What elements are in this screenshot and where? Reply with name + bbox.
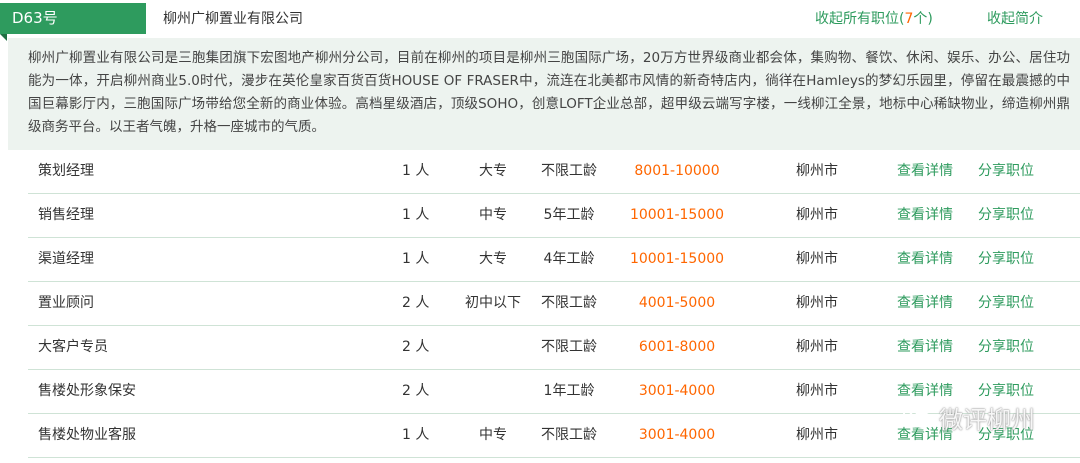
salary: 10001-15000: [629, 207, 725, 223]
salary: 10001-15000: [629, 251, 725, 267]
salary: 8001-10000: [634, 163, 720, 179]
city: 柳州市: [796, 207, 838, 223]
city: 柳州市: [796, 339, 838, 355]
view-detail-link[interactable]: 查看详情: [897, 150, 953, 193]
tag-fold: [0, 34, 7, 41]
city: 柳州市: [796, 295, 838, 311]
salary: 3001-4000: [638, 383, 716, 399]
city: 柳州市: [796, 163, 838, 179]
headcount: 1 人: [402, 163, 430, 179]
job-title: 置业顾问: [38, 295, 94, 311]
job-title: 销售经理: [38, 207, 94, 223]
watermark: 微评柳州: [903, 397, 1035, 437]
collapse-all-jobs-link[interactable]: 收起所有职位(7个): [815, 8, 933, 28]
share-job-link[interactable]: 分享职位: [978, 150, 1034, 193]
company-intro: 柳州广柳置业有限公司是三胞集团旗下宏图地产柳州分公司，目前在柳州的项目是柳州三胞…: [8, 38, 1080, 150]
view-detail-link[interactable]: 查看详情: [897, 282, 953, 325]
experience: 不限工龄: [541, 427, 597, 443]
city: 柳州市: [796, 251, 838, 267]
job-title: 策划经理: [38, 163, 94, 179]
booth-number-tag: D63号: [0, 3, 146, 34]
experience: 5年工龄: [543, 207, 595, 223]
watermark-text: 微评柳州: [939, 405, 1035, 434]
city: 柳州市: [796, 427, 838, 443]
job-title: 售楼处物业客服: [38, 427, 136, 443]
job-row: 销售经理 1 人中专 5年工龄 10001-15000 柳州市 查看详情 分享职位: [28, 194, 1080, 238]
experience: 不限工龄: [541, 295, 597, 311]
collapse-intro-link[interactable]: 收起简介: [987, 8, 1043, 28]
share-job-link[interactable]: 分享职位: [978, 282, 1034, 325]
headcount: 2 人: [402, 339, 430, 355]
job-row: 策划经理 1 人大专 不限工龄 8001-10000 柳州市 查看详情 分享职位: [28, 150, 1080, 194]
job-title: 售楼处形象保安: [38, 383, 136, 399]
salary: 6001-8000: [638, 339, 716, 355]
job-row: 渠道经理 1 人大专 4年工龄 10001-15000 柳州市 查看详情 分享职位: [28, 238, 1080, 282]
headcount: 1 人: [402, 427, 430, 443]
view-detail-link[interactable]: 查看详情: [897, 194, 953, 237]
job-title: 渠道经理: [38, 251, 94, 267]
job-title: 大客户专员: [38, 339, 108, 355]
share-job-link[interactable]: 分享职位: [978, 194, 1034, 237]
collapse-all-label: 收起所有职位(: [815, 11, 905, 27]
share-job-link[interactable]: 分享职位: [978, 326, 1034, 369]
experience: 不限工龄: [541, 163, 597, 179]
headcount: 2 人: [402, 295, 430, 311]
headcount: 1 人: [402, 207, 430, 223]
salary: 4001-5000: [638, 295, 716, 311]
view-detail-link[interactable]: 查看详情: [897, 238, 953, 281]
company-header: D63号 柳州广柳置业有限公司 收起所有职位(7个) 收起简介: [0, 0, 1080, 41]
headcount: 1 人: [402, 251, 430, 267]
experience: 不限工龄: [541, 339, 597, 355]
view-detail-link[interactable]: 查看详情: [897, 326, 953, 369]
salary: 3001-4000: [638, 427, 716, 443]
share-job-link[interactable]: 分享职位: [978, 238, 1034, 281]
company-name: 柳州广柳置业有限公司: [163, 11, 303, 27]
job-row: 大客户专员 2 人 不限工龄 6001-8000 柳州市 查看详情 分享职位: [28, 326, 1080, 370]
experience: 1年工龄: [543, 383, 595, 399]
job-row: 置业顾问 2 人初中以下 不限工龄 4001-5000 柳州市 查看详情 分享职位: [28, 282, 1080, 326]
experience: 4年工龄: [543, 251, 595, 267]
headcount: 2 人: [402, 383, 430, 399]
collapse-all-suffix: 个): [913, 11, 933, 27]
city: 柳州市: [796, 383, 838, 399]
wechat-icon: [903, 405, 932, 428]
